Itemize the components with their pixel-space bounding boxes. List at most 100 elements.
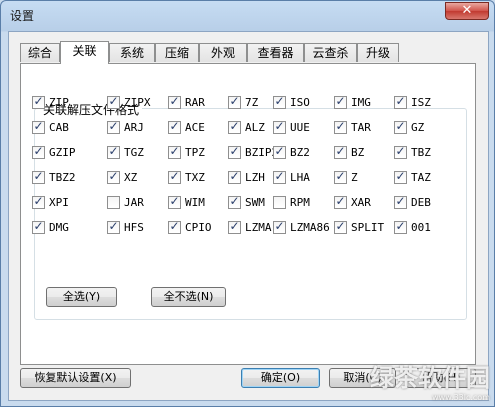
tab-appearance[interactable]: 外观 [199,43,247,62]
checkbox-label: GZIP [49,146,76,159]
tab-system[interactable]: 系统 [109,43,155,62]
checkbox-box[interactable]: ✓ [273,94,286,109]
checkbox-box[interactable]: ✓ [32,194,45,209]
tab-cloud-scan[interactable]: 云查杀 [304,43,357,62]
close-button[interactable]: ✕ [445,2,489,20]
checkbox-box[interactable]: ✓ [32,144,45,159]
checkbox-box[interactable]: ✓ [107,119,120,134]
checkmark-icon: ✓ [108,119,119,133]
checkbox-label: ARJ [124,121,144,134]
checkmark-icon: ✓ [229,194,240,208]
checkbox-box[interactable]: ✓ [32,169,45,184]
checkbox-box[interactable]: ✓ [273,119,286,134]
checkbox-box[interactable]: ✓ [394,119,407,134]
checkbox-box[interactable]: ✓ [394,219,407,234]
tab-label: 综合 [27,46,52,60]
checkbox-box[interactable]: ✓ [394,169,407,184]
tab-label: 云查杀 [312,46,349,60]
checkbox-box[interactable]: ✓ [228,169,241,184]
checkbox-box[interactable]: ✓ [107,94,120,109]
checkbox-label: TGZ [124,146,144,159]
checkbox-box[interactable]: ✓ [32,94,45,109]
checkmark-icon: ✓ [395,194,406,208]
select-none-button[interactable]: 全不选(N) [151,287,226,307]
checkbox-label: IMG [351,96,371,109]
checkbox-box[interactable]: ✓ [107,219,120,234]
checkbox-box[interactable]: ✓ [273,169,286,184]
checkbox-box[interactable]: ✓ [334,194,347,209]
checkbox-box[interactable]: ✓ [334,144,347,159]
checkbox-label: DEB [411,196,431,209]
checkbox-box[interactable]: ✓ [334,219,347,234]
checkbox-label: WIM [185,196,205,209]
watermark-url: www.33lc.com [432,393,490,402]
checkbox-box[interactable]: ✓ [168,144,181,159]
checkbox-box[interactable]: ✓ [32,219,45,234]
checkmark-icon: ✓ [274,169,285,183]
checkmark-icon: ✓ [335,144,346,158]
tab-association[interactable]: 关联 [60,41,109,64]
checkmark-icon: ✓ [33,144,44,158]
checkbox-box[interactable]: ✓ [168,119,181,134]
restore-defaults-button[interactable]: 恢复默认设置(X) [20,368,131,388]
checkbox-box[interactable]: ✓ [334,119,347,134]
checkbox-box[interactable]: ✓ [168,169,181,184]
title-bar[interactable]: 设置 ✕ [1,1,494,29]
checkbox-box[interactable]: ✓ [228,194,241,209]
checkbox-box[interactable]: ✓ [394,144,407,159]
select-all-button[interactable]: 全选(Y) [46,287,117,307]
checkbox-box[interactable]: ✓ [228,119,241,134]
checkmark-icon: ✓ [274,144,285,158]
checkmark-icon: ✓ [169,194,180,208]
checkbox-label: SPLIT [351,221,385,234]
checkbox-box[interactable]: ✓ [107,169,120,184]
checkbox-box[interactable] [273,196,286,209]
checkmark-icon: ✓ [274,119,285,133]
checkbox-box[interactable]: ✓ [273,144,286,159]
tab-compression[interactable]: 压缩 [155,43,199,62]
checkmark-icon: ✓ [108,169,119,183]
close-icon: ✕ [461,3,473,18]
checkbox-box[interactable]: ✓ [228,144,241,159]
checkmark-icon: ✓ [395,144,406,158]
tab-general[interactable]: 综合 [20,43,60,62]
checkmark-icon: ✓ [108,94,119,108]
checkbox-label: TBZ2 [49,171,76,184]
checkbox-label: DMG [49,221,69,234]
tab-label: 外观 [210,46,235,60]
checkmark-icon: ✓ [274,94,285,108]
checkbox-box[interactable]: ✓ [228,219,241,234]
checkbox-box[interactable]: ✓ [168,194,181,209]
tab-viewer[interactable]: 查看器 [247,43,304,62]
checkbox-box[interactable]: ✓ [107,144,120,159]
checkbox-box[interactable]: ✓ [334,169,347,184]
checkbox-box[interactable]: ✓ [273,219,286,234]
checkbox-box[interactable]: ✓ [228,94,241,109]
checkbox-label: LZH [245,171,265,184]
checkbox-box[interactable]: ✓ [168,219,181,234]
button-label: 全选(Y) [62,290,101,303]
checkmark-icon: ✓ [33,94,44,108]
checkmark-icon: ✓ [169,144,180,158]
checkbox-box[interactable]: ✓ [394,194,407,209]
checkbox-box[interactable]: ✓ [168,94,181,109]
tab-upgrade[interactable]: 升级 [357,43,399,62]
checkbox-label: XPI [49,196,69,209]
checkbox-label: 001 [411,221,431,234]
checkbox-box[interactable]: ✓ [334,94,347,109]
checkbox-label: RAR [185,96,205,109]
checkbox-label: SWM [245,196,265,209]
checkmark-icon: ✓ [335,94,346,108]
checkmark-icon: ✓ [229,119,240,133]
checkbox-label: TBZ [411,146,431,159]
ok-button[interactable]: 确定(O) [241,368,320,388]
checkbox-label: JAR [124,196,144,209]
checkbox-label: LZMA86 [290,221,330,234]
checkbox-box[interactable]: ✓ [394,94,407,109]
checkbox-box[interactable]: ✓ [32,119,45,134]
tab-label: 关联 [72,44,97,58]
button-label: 恢复默认设置(X) [34,371,117,384]
checkbox-label: XAR [351,196,371,209]
checkbox-label: ALZ [245,121,265,134]
checkbox-box[interactable] [107,196,120,209]
